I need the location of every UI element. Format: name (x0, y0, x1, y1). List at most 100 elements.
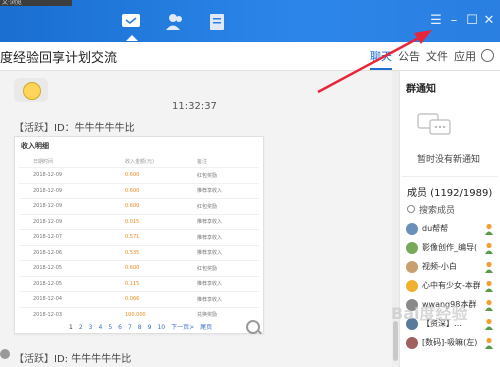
avatar (406, 242, 418, 254)
table-row: 2018-12-07 0.571 推荐享收入 (19, 229, 259, 245)
col-date: 日期时间 (33, 158, 54, 165)
sender-id[interactable]: ID：牛牛牛牛牛比 (54, 123, 135, 134)
menu-icon[interactable]: ☰ (429, 14, 443, 28)
row-note: 红包奖励 (196, 260, 259, 276)
page-link[interactable]: 9 (148, 324, 152, 331)
files-tab-icon[interactable] (207, 13, 227, 31)
member-role-icon (484, 280, 494, 292)
member-item[interactable]: du帮帮 (406, 221, 498, 237)
member-name: 视频-小白 (422, 262, 457, 271)
page-link[interactable]: 下一页> (171, 324, 194, 331)
group-header: 度经验回享计划交流 聊天 公告 文件 应用 (0, 42, 500, 71)
table-row: 2018-12-06 0.535 推荐享收入 (19, 244, 259, 261)
col-note: 备注 (197, 158, 208, 165)
table-row: 2018-12-09 0.015 推荐享收入 (19, 213, 259, 230)
member-name: 影像创作_编导( (422, 243, 478, 252)
card-title: 收入明细 (21, 142, 49, 150)
member-role-icon (484, 299, 494, 311)
search-placeholder: 搜索成员 (419, 206, 456, 216)
sender-id[interactable]: ID: 牛牛牛牛牛比 (54, 354, 131, 365)
page-link[interactable]: 5 (108, 324, 112, 331)
avatar[interactable] (0, 349, 10, 359)
row-amount: 0.015 (124, 213, 196, 230)
member-item[interactable]: 心中有少女-本群 (406, 278, 498, 294)
row-note: 推荐享收入 (196, 182, 259, 199)
row-note: 红包奖励 (196, 167, 259, 183)
income-table: 日期时间 收入金额(元) 备注 2018-12-09 0.600 红包奖励 2018-… (19, 155, 259, 322)
table-row: 2018-12-05 0.600 红包奖励 (19, 260, 259, 276)
maximize-button[interactable]: ☐ (465, 14, 479, 28)
row-date: 2018-12-05 (19, 260, 124, 276)
emoji-face-icon (23, 82, 41, 100)
row-date: 2018-12-07 (19, 229, 124, 245)
row-note: 推荐享收入 (196, 244, 259, 261)
row-amount: 0.600 (124, 167, 196, 183)
settings-gear-icon[interactable] (481, 49, 494, 62)
watermark-logo: Bai度经验 (391, 304, 468, 323)
contacts-tab-icon[interactable] (165, 13, 185, 31)
page-link[interactable]: 2 (79, 324, 83, 331)
zoom-in-icon[interactable] (246, 320, 260, 334)
page-link[interactable]: 8 (138, 324, 142, 331)
page-link[interactable]: 6 (118, 324, 122, 331)
page-link[interactable]: 4 (98, 324, 102, 331)
avatar (406, 223, 418, 235)
income-detail-card[interactable]: 收入明细 日期时间 收入金额(元) 备注 2018-12-09 0.600 红包奖励… (14, 136, 264, 334)
member-role: 【活跃】 (14, 354, 54, 365)
row-date: 2018-12-05 (19, 275, 124, 292)
page-link[interactable]: 10 (157, 324, 165, 331)
row-date: 2018-12-09 (19, 167, 124, 183)
row-date: 2018-12-04 (19, 291, 124, 307)
tab-announcement[interactable]: 公告 (398, 48, 420, 64)
tab-apps[interactable]: 应用 (454, 48, 476, 64)
page-link[interactable]: 3 (89, 324, 93, 331)
row-amount: 0.600 (124, 198, 196, 214)
group-title: 度经验回享计划交流 (0, 51, 118, 66)
member-name: 心中有少女-本群 (422, 281, 480, 290)
member-item[interactable]: [数码]-吸嘛(左) (406, 335, 498, 351)
members-count: 成员 (1192/1989) (407, 188, 493, 199)
row-amount: 0.066 (124, 291, 196, 307)
window-caption: 文·浏览 (0, 0, 72, 6)
member-role: 【活跃】 (14, 123, 54, 134)
row-amount: 0.571 (124, 229, 196, 245)
pagination[interactable]: 1 2 3 4 5 6 7 8 9 10 下一页> 尾页 (69, 322, 218, 331)
table-row: 2018-12-09 0.600 红包奖励 (19, 198, 259, 214)
row-amount: 0.535 (124, 244, 196, 261)
avatar (406, 337, 418, 349)
minimize-button[interactable]: – (447, 14, 461, 28)
row-amount: 0.600 (124, 260, 196, 276)
table-row: 2018-12-04 0.066 推荐享收入 (19, 291, 259, 307)
row-note: 推荐享收入 (196, 275, 259, 292)
page-link[interactable]: 1 (69, 324, 73, 331)
row-date: 2018-12-09 (19, 213, 124, 230)
member-role-icon (484, 261, 494, 273)
member-search-input[interactable]: 搜索成员 (407, 203, 455, 216)
table-row: 2018-12-09 0.600 红包奖励 (19, 167, 259, 183)
row-amount: 0.115 (124, 275, 196, 292)
page-link[interactable]: 尾页 (200, 324, 212, 331)
row-amount: 0.600 (124, 182, 196, 199)
avatar (406, 280, 418, 292)
row-date: 2018-12-09 (19, 182, 124, 199)
member-item[interactable]: 视频-小白 (406, 259, 498, 275)
member-role-icon (484, 242, 494, 254)
close-button[interactable]: ✕ (482, 14, 496, 28)
divider (402, 176, 498, 177)
member-role-icon (484, 318, 494, 330)
message-sender-2: 【活跃】ID: 牛牛牛牛牛比 (14, 350, 131, 365)
tab-files[interactable]: 文件 (426, 48, 448, 64)
member-name: du帮帮 (422, 224, 449, 233)
no-notice-text: 暂时没有新通知 (417, 155, 481, 165)
tab-chat[interactable]: 聊天 (370, 48, 392, 70)
member-item[interactable]: 影像创作_编导( (406, 240, 498, 256)
row-note: 推荐享收入 (196, 229, 259, 245)
scroll-thumb[interactable] (393, 321, 398, 361)
chat-tab-icon[interactable] (121, 13, 141, 41)
message-time: 11:32:37 (172, 101, 217, 112)
page-link[interactable]: 7 (128, 324, 132, 331)
col-amount: 收入金额(元) (125, 158, 154, 165)
table-row: 2018-12-09 0.600 推荐享收入 (19, 182, 259, 199)
row-note: 推荐享收入 (196, 213, 259, 230)
search-icon (407, 205, 415, 213)
